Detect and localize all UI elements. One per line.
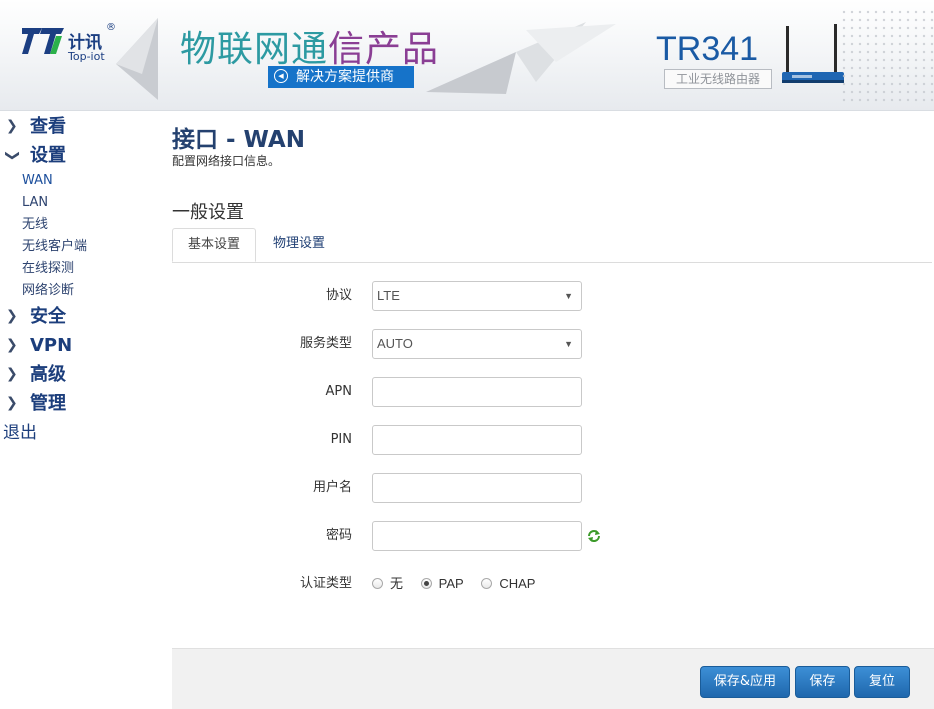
settings-tabs: 基本设置 物理设置 [172,228,932,263]
auth-radio-chap[interactable] [481,578,493,590]
auth-type-row: 认证类型 无 PAP CHAP [172,569,932,599]
protocol-label: 协议 [325,288,352,303]
menu-item-wireless[interactable]: 无线 [0,214,160,236]
menu-item-network-diagnosis[interactable]: 网络诊断 [0,280,160,302]
dropdown-arrow-icon: ▼ [564,339,573,349]
decor-triangle-middle [426,22,616,94]
auth-option-pap-label: PAP [438,576,464,591]
menu-item-online-detect[interactable]: 在线探测 [0,258,160,280]
slogan-sub-banner: ◀ 解决方案提供商 [268,66,414,88]
decor-triangle-left [116,18,158,100]
pin-row: PIN [172,425,932,455]
play-icon: ◀ [274,69,288,83]
auth-option-none-label: 无 [390,576,404,591]
username-input[interactable] [372,473,582,503]
username-row: 用户名 [172,473,932,503]
reveal-password-refresh-icon[interactable] [586,528,602,544]
auth-radio-pap[interactable] [420,578,432,590]
save-button[interactable]: 保存 [795,666,850,698]
sidebar-menu: ❯ 查看 ❯ 设置 WAN LAN 无线 无线客户端 在线探测 网络诊断 ❯ 安… [0,112,160,448]
menu-item-wireless-client[interactable]: 无线客户端 [0,236,160,258]
menu-group-security[interactable]: ❯ 安全 [0,302,160,331]
chevron-right-icon: ❯ [6,118,18,134]
auth-radio-none[interactable] [372,578,383,590]
auth-type-label: 认证类型 [299,576,352,591]
menu-group-view[interactable]: ❯ 查看 [0,112,160,141]
service-type-row: 服务类型 AUTO ▼ [172,329,932,359]
menu-group-settings[interactable]: ❯ 设置 [0,141,160,170]
model-subtitle: 工业无线路由器 [664,69,772,89]
menu-item-wan[interactable]: WAN [0,170,160,192]
pin-label: PIN [330,432,352,447]
router-image-icon [782,24,844,83]
protocol-row: 协议 LTE ▼ [172,281,932,311]
protocol-select[interactable]: LTE ▼ [372,281,582,311]
slogan: 物联网通信产品 [180,29,440,70]
service-type-select[interactable]: AUTO ▼ [372,329,582,359]
logo-english-text: Top-iot [68,50,105,63]
tab-basic-settings[interactable]: 基本设置 [172,228,256,262]
menu-item-lan[interactable]: LAN [0,192,160,214]
apn-input[interactable] [372,377,582,407]
chevron-right-icon: ❯ [6,308,18,324]
username-label: 用户名 [312,480,352,495]
brand-logo: 计讯 ® Top-iot [20,22,116,64]
model-name: TR341 [656,30,759,68]
page-title: 接口 - WAN [172,127,305,153]
section-title: 一般设置 [172,202,244,223]
logo-mark-icon [22,28,64,54]
action-bar: 保存&应用 保存 复位 [172,648,934,709]
tab-physical-settings[interactable]: 物理设置 [258,228,340,262]
apn-row: APN [172,377,932,407]
apn-label: APN [325,384,352,399]
password-input[interactable] [372,521,582,551]
page-description: 配置网络接口信息。 [172,154,281,168]
reset-button[interactable]: 复位 [854,666,910,698]
dropdown-arrow-icon: ▼ [564,291,573,301]
menu-logout[interactable]: 退出 [0,418,160,448]
password-row: 密码 [172,521,932,551]
decor-dot-pattern [840,8,934,102]
save-apply-button[interactable]: 保存&应用 [700,666,790,698]
header-banner: 计讯 ® Top-iot 物联网通信产品 ◀ 解决方案提供商 TR341 工业无线… [0,0,934,111]
menu-group-manage[interactable]: ❯ 管理 [0,389,160,418]
chevron-right-icon: ❯ [6,337,18,353]
password-label: 密码 [325,528,352,543]
chevron-right-icon: ❯ [6,366,18,382]
chevron-down-icon: ❯ [4,149,21,162]
auth-option-chap-label: CHAP [499,576,536,591]
chevron-right-icon: ❯ [6,395,18,411]
menu-group-advanced[interactable]: ❯ 高级 [0,360,160,389]
pin-input[interactable] [372,425,582,455]
menu-group-vpn[interactable]: ❯ VPN [0,331,160,360]
service-type-label: 服务类型 [299,336,352,351]
auth-type-radio-group: 无 PAP CHAP [372,569,549,599]
